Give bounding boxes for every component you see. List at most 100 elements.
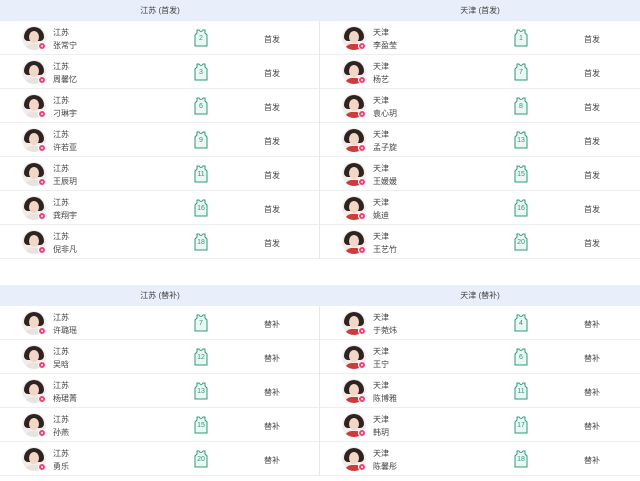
player-row[interactable]: 江苏张常宁 2 首发 (0, 21, 319, 55)
player-name[interactable]: 周馨忆 (53, 74, 77, 85)
player-badge-icon (38, 429, 46, 437)
player-role: 首发 (264, 103, 280, 112)
player-row[interactable]: 天津 王媛媛 15 首发 (320, 157, 640, 191)
jersey-number: 16 (517, 205, 525, 212)
player-row[interactable]: 天津 李盈莹 1 首发 (320, 21, 640, 55)
player-name[interactable]: 许若亚 (53, 142, 77, 153)
jersey-icon: 11 (512, 382, 530, 400)
player-badge-icon (358, 110, 366, 118)
player-row[interactable]: 江苏 龚翔宇 16 首发 (0, 191, 319, 225)
player-name[interactable]: 龚翔宇 (53, 210, 77, 221)
player-name[interactable]: 吴晗 (53, 359, 69, 370)
jersey-number: 3 (199, 69, 203, 76)
player-team: 江苏 (53, 449, 69, 458)
tianjin-header: 天津 (首发) (460, 6, 500, 15)
player-row[interactable]: 天津 袁心玥 8 首发 (320, 89, 640, 123)
jersey-icon: 6 (192, 97, 210, 115)
player-role: 首发 (264, 239, 280, 248)
player-row[interactable]: 天津 王宁 6 替补 (320, 340, 640, 374)
jersey-icon: 18 (512, 450, 530, 468)
player-role: 替补 (264, 320, 280, 329)
player-team: 天津 (373, 381, 389, 390)
player-name[interactable]: 杨艺 (373, 74, 389, 85)
player-name[interactable]: 勇乐 (53, 461, 69, 472)
player-row[interactable]: 天津 于菀炜 4 替补 (320, 306, 640, 340)
player-name[interactable]: 王宁 (373, 359, 389, 370)
jersey-number: 18 (197, 239, 205, 246)
player-row[interactable]: 江苏 许若亚 9 首发 (0, 123, 319, 157)
player-name[interactable]: 王媛媛 (373, 176, 397, 187)
player-team: 江苏 (53, 96, 69, 105)
player-team: 江苏 (53, 198, 69, 207)
jersey-number: 16 (197, 205, 205, 212)
player-role: 首发 (584, 137, 600, 146)
player-row[interactable]: 天津 王艺竹 20 首发 (320, 225, 640, 259)
player-name[interactable]: 袁心玥 (373, 108, 397, 119)
jersey-number: 11 (197, 171, 205, 178)
player-row[interactable]: 江苏 倪非凡 18 首发 (0, 225, 319, 259)
player-team: 江苏 (53, 28, 69, 37)
player-badge-icon (38, 246, 46, 254)
jiangsu-roster: 江苏 许璐瑶 7 替补 江苏 吴晗 12 替补 江苏 杨珺菁 13 替补 江苏 孙燕 15 替补 江苏 勇乐 20 替… (0, 306, 320, 476)
jersey-number: 17 (517, 422, 525, 429)
player-team: 天津 (373, 449, 389, 458)
player-row[interactable]: 江苏 孙燕 15 替补 (0, 408, 319, 442)
player-row[interactable]: 天津 韩玥 17 替补 (320, 408, 640, 442)
player-role: 首发 (264, 69, 280, 78)
player-row[interactable]: 江苏 许璐瑶 7 替补 (0, 306, 319, 340)
jersey-number: 15 (517, 171, 525, 178)
player-row[interactable]: 天津 姚迪 16 首发 (320, 191, 640, 225)
player-name[interactable]: 许璐瑶 (53, 325, 77, 336)
player-row[interactable]: 江苏 周馨忆 3 首发 (0, 55, 319, 89)
jiangsu-header: 江苏 (替补) (140, 291, 180, 300)
jersey-number: 12 (197, 354, 205, 361)
player-badge-icon (358, 246, 366, 254)
player-row[interactable]: 天津 孟子旋 13 首发 (320, 123, 640, 157)
jersey-icon: 18 (192, 233, 210, 251)
player-name[interactable]: 刁琳宇 (53, 108, 77, 119)
player-badge-icon (38, 463, 46, 471)
player-row[interactable]: 天津 陈馨彤 18 替补 (320, 442, 640, 476)
player-name[interactable]: 孙燕 (53, 427, 69, 438)
player-team: 天津 (373, 198, 389, 207)
jersey-number: 13 (197, 388, 205, 395)
player-badge-icon (358, 429, 366, 437)
player-row[interactable]: 天津 陈博雅 11 替补 (320, 374, 640, 408)
jersey-icon: 7 (512, 63, 530, 81)
player-row[interactable]: 江苏 吴晗 12 替补 (0, 340, 319, 374)
player-name[interactable]: 杨珺菁 (53, 393, 77, 404)
player-team: 江苏 (53, 313, 69, 322)
player-row[interactable]: 天津 杨艺 7 首发 (320, 55, 640, 89)
player-badge-icon (358, 463, 366, 471)
player-badge-icon (358, 42, 366, 50)
jersey-number: 6 (199, 103, 203, 110)
player-name[interactable]: 孟子旋 (373, 142, 397, 153)
player-name[interactable]: 王辰玥 (53, 176, 77, 187)
player-row[interactable]: 江苏 杨珺菁 13 替补 (0, 374, 319, 408)
player-row[interactable]: 江苏刁琳宇 6 首发 (0, 89, 319, 123)
player-name[interactable]: 陈博雅 (373, 393, 397, 404)
section-header: 江苏 (替补) 天津 (替补) (0, 285, 640, 306)
player-team: 天津 (373, 347, 389, 356)
jersey-number: 6 (519, 354, 523, 361)
player-name[interactable]: 王艺竹 (373, 244, 397, 255)
player-name[interactable]: 李盈莹 (373, 40, 397, 51)
player-name[interactable]: 陈馨彤 (373, 461, 397, 472)
player-role: 首发 (264, 35, 280, 44)
player-name[interactable]: 韩玥 (373, 427, 389, 438)
player-role: 替补 (264, 456, 280, 465)
jersey-icon: 13 (512, 131, 530, 149)
player-row[interactable]: 江苏 王辰玥 11 首发 (0, 157, 319, 191)
tianjin-roster: 天津 李盈莹 1 首发 天津 杨艺 7 首发 天津 袁心玥 8 首发 天津 孟子旋 13 首发 天津 王媛媛 15 首… (320, 21, 640, 259)
player-name[interactable]: 倪非凡 (53, 244, 77, 255)
player-row[interactable]: 江苏 勇乐 20 替补 (0, 442, 319, 476)
player-name[interactable]: 于菀炜 (373, 325, 397, 336)
jersey-number: 1 (519, 35, 523, 42)
player-badge-icon (38, 212, 46, 220)
player-badge-icon (358, 76, 366, 84)
player-name[interactable]: 张常宁 (53, 40, 77, 51)
jersey-number: 2 (199, 35, 203, 42)
player-name[interactable]: 姚迪 (373, 210, 389, 221)
player-team: 天津 (373, 415, 389, 424)
player-team: 江苏 (53, 381, 69, 390)
